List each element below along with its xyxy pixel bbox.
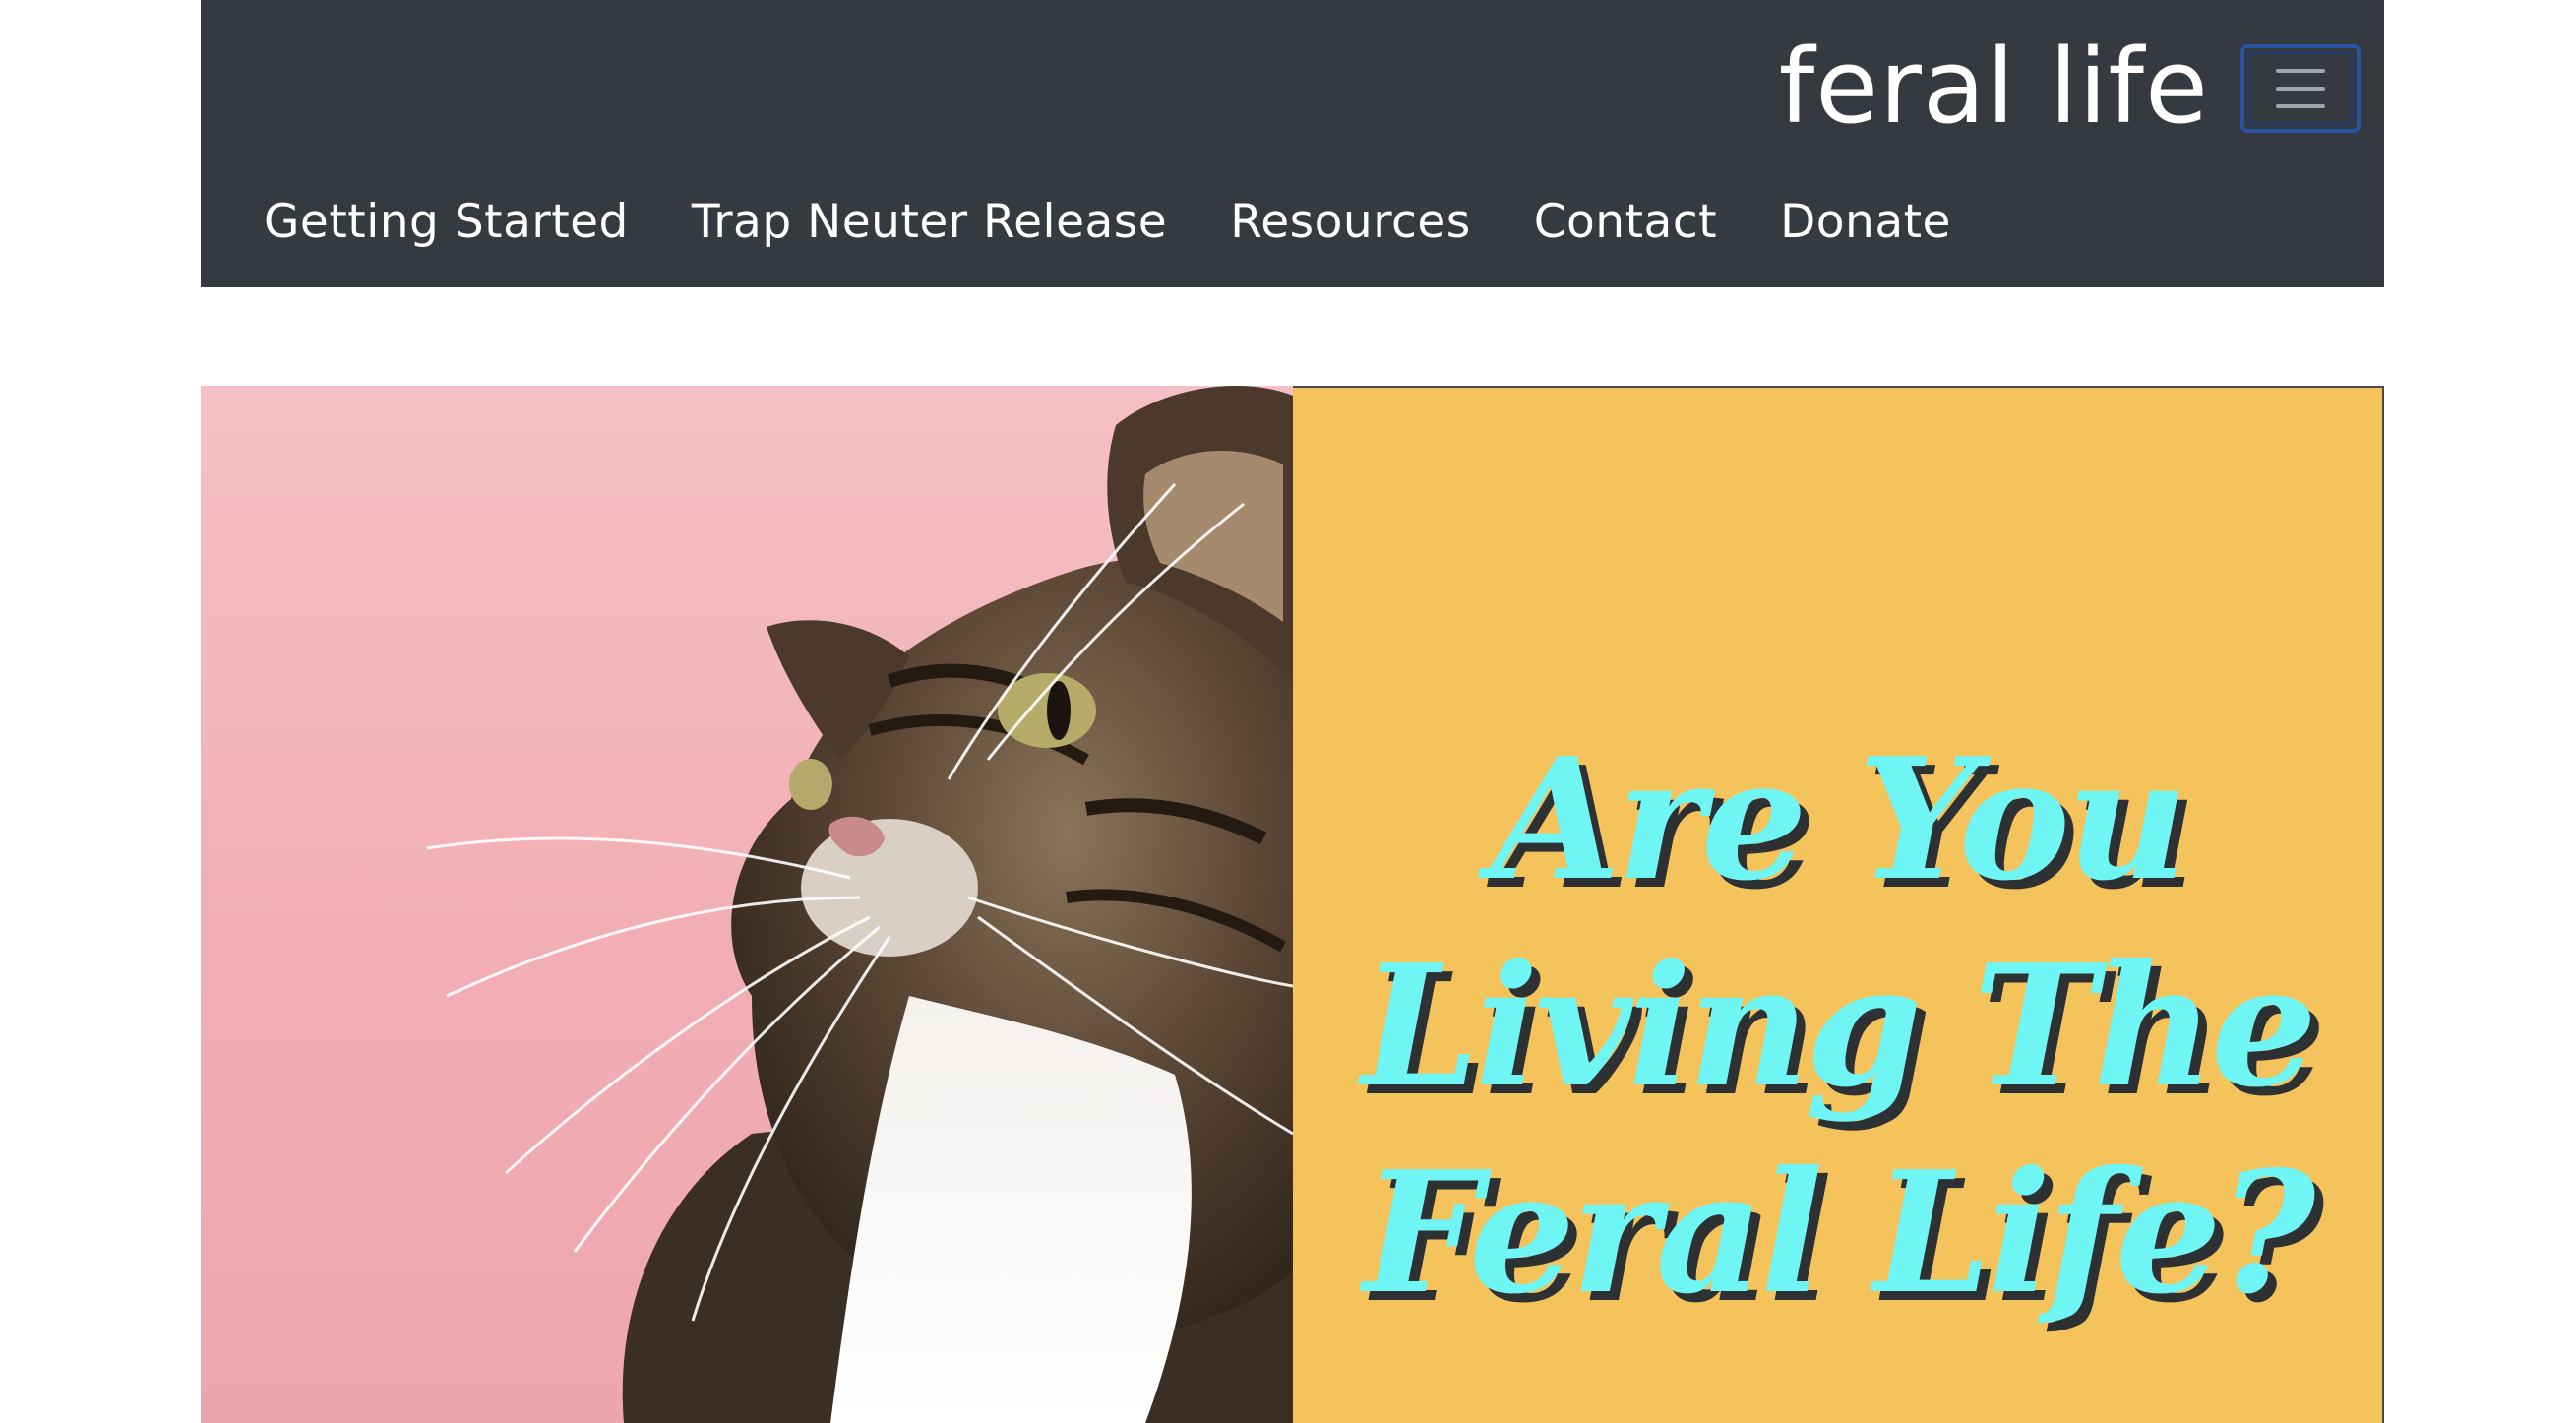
hero-section: Are You Living The Feral Life? (201, 386, 2384, 1423)
cat-illustration (426, 386, 1293, 1423)
nav-link-contact[interactable]: Contact (1534, 195, 1717, 249)
tabby-cat-photo (201, 386, 1293, 1423)
navbar-toggle-button[interactable] (2240, 44, 2361, 133)
page: feral life Getting Started Trap Neuter R… (201, 0, 2384, 1423)
brand-logo[interactable]: feral life (1779, 18, 2209, 155)
hero-headline-card: Are You Living The Feral Life? (1293, 386, 2384, 1423)
nav-link-getting-started[interactable]: Getting Started (264, 195, 629, 249)
nav-links: Getting Started Trap Neuter Release Reso… (264, 177, 1951, 266)
nav-link-donate[interactable]: Donate (1780, 195, 1951, 249)
nav-link-resources[interactable]: Resources (1230, 195, 1471, 249)
hero-headline: Are You Living The Feral Life? (1293, 716, 2382, 1336)
headline-line-1: Are You (1491, 720, 2187, 918)
headline-line-3: Feral Life? (1363, 1134, 2315, 1331)
nav-link-trap-neuter-release[interactable]: Trap Neuter Release (692, 195, 1167, 249)
navbar: feral life Getting Started Trap Neuter R… (201, 0, 2384, 287)
headline-line-2: Living The (1361, 927, 2317, 1125)
